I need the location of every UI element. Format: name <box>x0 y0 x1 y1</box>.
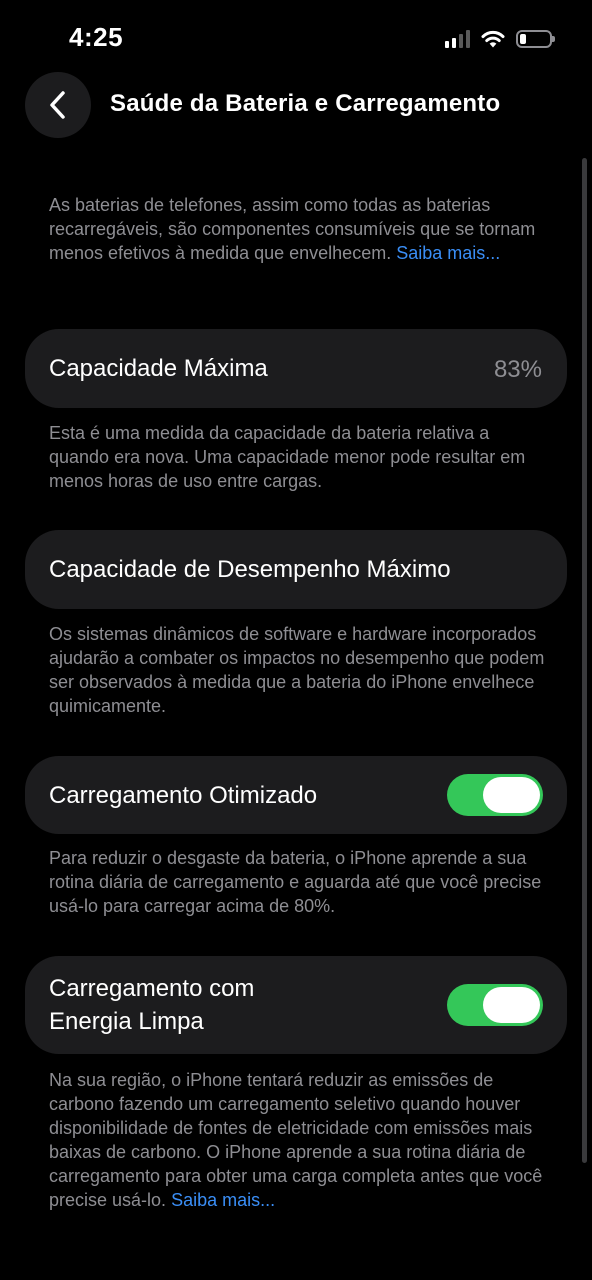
battery-icon <box>516 30 555 48</box>
page-title: Saúde da Bateria e Carregamento <box>110 90 501 117</box>
intro-description: As baterias de telefones, assim como tod… <box>49 193 549 265</box>
clean-energy-label-line2: Energia Limpa <box>49 1008 204 1035</box>
clean-energy-description: Na sua região, o iPhone tentará reduzir … <box>49 1068 549 1212</box>
peak-performance-row: Capacidade de Desempenho Máximo <box>25 530 567 609</box>
clean-energy-label-line1: Carregamento com <box>49 975 255 1002</box>
back-button[interactable] <box>25 72 91 138</box>
peak-performance-description: Os sistemas dinâmicos de software e hard… <box>49 624 545 716</box>
wifi-icon <box>481 30 505 48</box>
status-time: 4:25 <box>69 22 124 52</box>
scrollbar[interactable] <box>582 158 587 1163</box>
learn-more-link[interactable]: Saiba mais... <box>171 1190 275 1210</box>
max-capacity-description: Esta é uma medida da capacidade da bater… <box>49 423 526 491</box>
max-capacity-row: Capacidade Máxima 83% <box>25 329 567 408</box>
cellular-signal-icon <box>445 30 470 48</box>
clean-energy-charging-row: Carregamento com Energia Limpa <box>25 956 567 1054</box>
optimized-charging-row: Carregamento Otimizado <box>25 756 567 834</box>
toggle-knob <box>483 987 540 1023</box>
status-icons <box>445 26 555 52</box>
clean-energy-charging-label: Carregamento com Energia Limpa <box>49 972 254 1038</box>
optimized-charging-label: Carregamento Otimizado <box>49 782 318 809</box>
toggle-knob <box>483 777 540 813</box>
clean-energy-text: Na sua região, o iPhone tentará reduzir … <box>49 1070 543 1210</box>
max-capacity-value: 83% <box>493 356 542 383</box>
peak-performance-label: Capacidade de Desempenho Máximo <box>49 556 451 583</box>
clean-energy-charging-toggle[interactable] <box>447 984 543 1026</box>
optimized-charging-description: Para reduzir o desgaste da bateria, o iP… <box>49 848 542 916</box>
chevron-left-icon <box>50 91 65 119</box>
status-bar: 4:25 <box>0 0 592 70</box>
max-capacity-label: Capacidade Máxima <box>49 355 268 382</box>
optimized-charging-toggle[interactable] <box>447 774 543 816</box>
learn-more-link[interactable]: Saiba mais... <box>396 243 500 263</box>
battery-fill <box>520 34 526 44</box>
